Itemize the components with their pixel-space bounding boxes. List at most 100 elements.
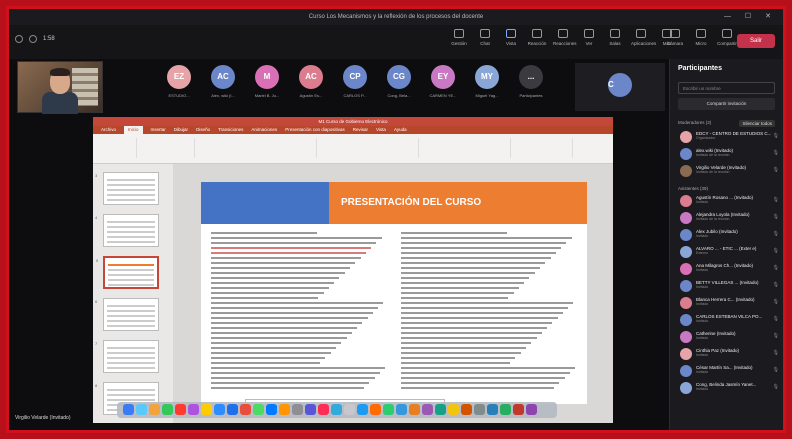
mic-muted-icon[interactable]: 🎙 [773, 214, 779, 220]
ppt-menu-item[interactable]: Archivo [101, 126, 116, 134]
dock-app-icon[interactable] [344, 404, 355, 415]
ppt-menu-item[interactable]: Revisar [353, 126, 368, 134]
shield-icon[interactable] [15, 35, 23, 43]
ppt-menu-item[interactable]: Animaciones [251, 126, 277, 134]
mic-muted-icon[interactable]: 🎙 [773, 265, 779, 271]
slide-thumbnail[interactable]: 7 [95, 340, 159, 373]
slide-thumbnail[interactable]: 3 [95, 172, 159, 205]
dock-app-icon[interactable] [409, 404, 420, 415]
dock-app-icon[interactable] [526, 404, 537, 415]
participant-tile[interactable]: MY Miguel Yag... [467, 63, 507, 111]
toolbar-tool[interactable]: Reacciones [553, 29, 577, 46]
participant-row[interactable]: Alejandra Loyola (Invitado) Invitado de l… [670, 210, 783, 227]
participant-row[interactable]: Cinthia Paz (Invitado) Invitado 🎙 [670, 346, 783, 363]
mic-muted-icon[interactable]: 🎙 [773, 299, 779, 305]
participant-row[interactable]: Ana Milagros Ch... (Invitado) Invitado 🎙 [670, 261, 783, 278]
dock-app-icon[interactable] [162, 404, 173, 415]
mic-muted-icon[interactable]: 🎙 [773, 384, 779, 390]
participant-row[interactable]: César Martín Sa... (Invitado) Invitado 🎙 [670, 363, 783, 380]
ppt-menu-item[interactable]: Vista [376, 126, 386, 134]
participant-tile[interactable]: EZ ESTUDIO... [159, 63, 199, 111]
participant-tile[interactable]: AC Alex, wiki (I... [203, 63, 243, 111]
dock-app-icon[interactable] [474, 404, 485, 415]
participant-tile[interactable]: CP CARLOS P... [335, 63, 375, 111]
dock-app-icon[interactable] [292, 404, 303, 415]
toolbar-tool[interactable]: Salas [605, 29, 625, 46]
window-controls[interactable]: — ☐ ✕ [724, 9, 777, 25]
toolbar-tool[interactable]: Gestión [449, 29, 469, 46]
dock-app-icon[interactable] [123, 404, 134, 415]
device-tool[interactable]: Cámara [665, 29, 685, 46]
participant-row[interactable]: Alex Jubilo (Invitado) Invitado 🎙 [670, 227, 783, 244]
ppt-menu-item[interactable]: Dibujar [174, 126, 188, 134]
mic-muted-icon[interactable]: 🎙 [773, 248, 779, 254]
toolbar-tool[interactable]: Aplicaciones [631, 29, 656, 46]
dock-app-icon[interactable] [227, 404, 238, 415]
participant-row[interactable]: Blanca Herrera C... (Invitado) Invitado 🎙 [670, 295, 783, 312]
dock-app-icon[interactable] [188, 404, 199, 415]
participant-row[interactable]: EDCY - CENTRO DE ESTUDIOS C... Organizado… [670, 129, 783, 146]
dock-app-icon[interactable] [370, 404, 381, 415]
share-invite-button[interactable]: Compartir invitación [678, 98, 775, 110]
mic-muted-icon[interactable]: 🎙 [773, 150, 779, 156]
dock-app-icon[interactable] [266, 404, 277, 415]
participant-tile[interactable]: CG Cong, Bela... [379, 63, 419, 111]
slide-thumbnail[interactable]: 6 [95, 298, 159, 331]
host-video[interactable] [17, 61, 103, 114]
mic-muted-icon[interactable]: 🎙 [773, 350, 779, 356]
ppt-menu-item[interactable]: Ayuda [394, 126, 407, 134]
device-tool[interactable]: Compartir [717, 29, 737, 46]
attendees-label[interactable]: Asistentes (39) [678, 186, 708, 191]
participant-search-input[interactable]: Escribir un nombre [678, 82, 775, 94]
toolbar-tool[interactable]: Reacción [527, 29, 547, 46]
ppt-menu-item[interactable]: Presentación con diapositivas [285, 126, 345, 134]
dock-app-icon[interactable] [253, 404, 264, 415]
mic-muted-icon[interactable]: 🎙 [773, 367, 779, 373]
dock-app-icon[interactable] [435, 404, 446, 415]
participant-row[interactable]: CARLOS ESTEBAN VILCA PO... Invitado 🎙 [670, 312, 783, 329]
ppt-menu-item[interactable]: Transiciones [218, 126, 243, 134]
mic-muted-icon[interactable]: 🎙 [773, 316, 779, 322]
participant-tile[interactable]: ... Participantes [511, 63, 551, 111]
dock-app-icon[interactable] [331, 404, 342, 415]
mute-all-button[interactable]: Silenciar todos [739, 120, 775, 127]
participant-row[interactable]: BETTY VILLEGAS ... (Invitado) Invitado 🎙 [670, 278, 783, 295]
dock-app-icon[interactable] [136, 404, 147, 415]
mic-muted-icon[interactable]: 🎙 [773, 167, 779, 173]
dock-app-icon[interactable] [149, 404, 160, 415]
slide-thumbnail[interactable]: 4 [95, 214, 159, 247]
leave-button[interactable]: Salir [737, 34, 775, 48]
dock-app-icon[interactable] [279, 404, 290, 415]
hosts-label[interactable]: Moderadores (3) [678, 120, 711, 127]
dock-app-icon[interactable] [448, 404, 459, 415]
participant-tile[interactable]: AC Agustín Es... [291, 63, 331, 111]
dock-app-icon[interactable] [396, 404, 407, 415]
dock-app-icon[interactable] [175, 404, 186, 415]
mic-muted-icon[interactable]: 🎙 [773, 333, 779, 339]
toolbar-tool[interactable]: Chat [475, 29, 495, 46]
dock-app-icon[interactable] [214, 404, 225, 415]
dock-app-icon[interactable] [240, 404, 251, 415]
mic-muted-icon[interactable]: 🎙 [773, 282, 779, 288]
ppt-menu-item[interactable]: Diseño [196, 126, 210, 134]
mic-muted-icon[interactable]: 🎙 [773, 231, 779, 237]
dock-app-icon[interactable] [422, 404, 433, 415]
participant-row[interactable]: ALVARO ... - ETIC ... (Exter e) Externo 🎙 [670, 244, 783, 261]
mic-muted-icon[interactable]: 🎙 [773, 133, 779, 139]
dock-app-icon[interactable] [513, 404, 524, 415]
participant-tile[interactable]: EY CARMEN YE... [423, 63, 463, 111]
dock-app-icon[interactable] [461, 404, 472, 415]
participant-row[interactable]: alex.wiki (Invitado) Invitado de la reuni… [670, 146, 783, 163]
participant-row[interactable]: Catherine (Invitado) Invitado 🎙 [670, 329, 783, 346]
toolbar-tool[interactable]: Vista [501, 29, 521, 46]
dock-app-icon[interactable] [383, 404, 394, 415]
participant-row[interactable]: Agustín Rosano ... (Invitado) Invitado 🎙 [670, 193, 783, 210]
slide-thumbnail[interactable]: 5 [96, 256, 159, 289]
dock-app-icon[interactable] [201, 404, 212, 415]
dock-app-icon[interactable] [500, 404, 511, 415]
device-tool[interactable]: Micro [691, 29, 711, 46]
more-participants-tile[interactable]: C [575, 63, 665, 111]
participant-row[interactable]: Virgilio Velarde (Invitado) Invitado de l… [670, 163, 783, 180]
dock-app-icon[interactable] [318, 404, 329, 415]
mic-muted-icon[interactable]: 🎙 [773, 197, 779, 203]
